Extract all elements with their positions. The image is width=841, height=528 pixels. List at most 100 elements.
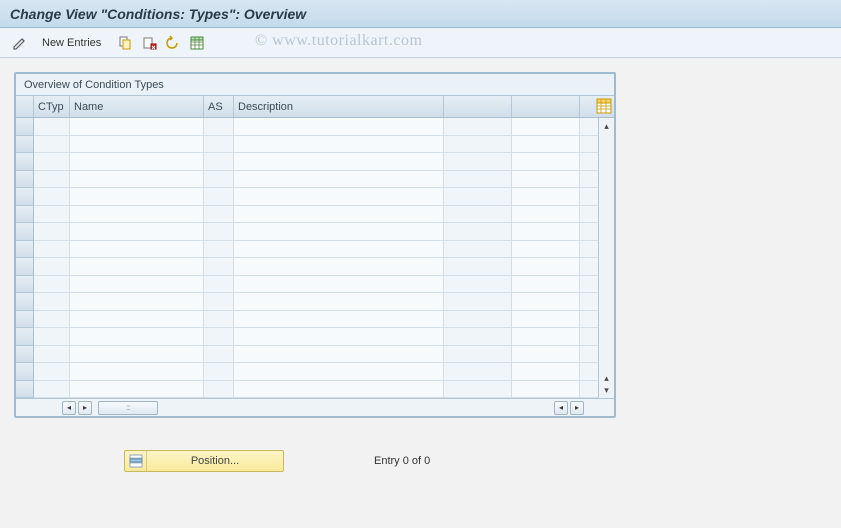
cell-description[interactable] <box>234 381 444 399</box>
cell-ctyp[interactable] <box>34 136 70 154</box>
cell-as[interactable] <box>204 118 234 136</box>
row-selector[interactable] <box>16 153 34 171</box>
cell-name[interactable] <box>70 328 204 346</box>
cell-as[interactable] <box>204 171 234 189</box>
cell-extra2[interactable] <box>512 311 580 329</box>
table-row[interactable] <box>16 346 598 364</box>
cell-name[interactable] <box>70 136 204 154</box>
cell-name[interactable] <box>70 241 204 259</box>
cell-name[interactable] <box>70 258 204 276</box>
row-selector[interactable] <box>16 241 34 259</box>
copy-as-icon[interactable] <box>115 33 135 53</box>
cell-name[interactable] <box>70 188 204 206</box>
delete-icon[interactable] <box>139 33 159 53</box>
cell-name[interactable] <box>70 381 204 399</box>
cell-description[interactable] <box>234 171 444 189</box>
table-row[interactable] <box>16 311 598 329</box>
cell-as[interactable] <box>204 346 234 364</box>
row-selector[interactable] <box>16 346 34 364</box>
cell-description[interactable] <box>234 276 444 294</box>
cell-ctyp[interactable] <box>34 171 70 189</box>
column-header-extra1[interactable] <box>444 96 512 117</box>
cell-extra1[interactable] <box>444 258 512 276</box>
scroll-down-icon[interactable]: ▾ <box>601 384 613 396</box>
cell-description[interactable] <box>234 153 444 171</box>
cell-as[interactable] <box>204 136 234 154</box>
cell-extra2[interactable] <box>512 118 580 136</box>
cell-extra1[interactable] <box>444 153 512 171</box>
cell-as[interactable] <box>204 328 234 346</box>
table-row[interactable] <box>16 328 598 346</box>
table-row[interactable] <box>16 206 598 224</box>
scroll-left-icon[interactable]: ◂ <box>554 401 568 415</box>
cell-description[interactable] <box>234 136 444 154</box>
cell-as[interactable] <box>204 258 234 276</box>
cell-extra2[interactable] <box>512 171 580 189</box>
scroll-left-icon[interactable]: ◂ <box>62 401 76 415</box>
column-header-description[interactable]: Description <box>234 96 444 117</box>
select-all-icon[interactable] <box>187 33 207 53</box>
table-row[interactable] <box>16 223 598 241</box>
row-selector[interactable] <box>16 311 34 329</box>
cell-as[interactable] <box>204 311 234 329</box>
cell-extra1[interactable] <box>444 346 512 364</box>
cell-description[interactable] <box>234 241 444 259</box>
cell-extra2[interactable] <box>512 188 580 206</box>
new-entries-button[interactable]: New Entries <box>36 35 107 51</box>
cell-ctyp[interactable] <box>34 311 70 329</box>
cell-as[interactable] <box>204 153 234 171</box>
column-header-selector[interactable] <box>16 96 34 117</box>
table-settings-icon[interactable] <box>596 98 612 114</box>
cell-ctyp[interactable] <box>34 346 70 364</box>
row-selector[interactable] <box>16 118 34 136</box>
cell-extra1[interactable] <box>444 328 512 346</box>
cell-extra2[interactable] <box>512 381 580 399</box>
cell-description[interactable] <box>234 293 444 311</box>
cell-name[interactable] <box>70 118 204 136</box>
cell-ctyp[interactable] <box>34 153 70 171</box>
scroll-thumb[interactable] <box>98 401 158 415</box>
row-selector[interactable] <box>16 223 34 241</box>
vertical-scrollbar[interactable]: ▴ ▴ ▾ <box>598 118 614 398</box>
cell-extra2[interactable] <box>512 223 580 241</box>
row-selector[interactable] <box>16 328 34 346</box>
row-selector[interactable] <box>16 188 34 206</box>
cell-description[interactable] <box>234 118 444 136</box>
table-row[interactable] <box>16 293 598 311</box>
cell-as[interactable] <box>204 276 234 294</box>
cell-extra1[interactable] <box>444 118 512 136</box>
table-row[interactable] <box>16 381 598 399</box>
row-selector[interactable] <box>16 276 34 294</box>
cell-extra2[interactable] <box>512 206 580 224</box>
cell-ctyp[interactable] <box>34 206 70 224</box>
cell-ctyp[interactable] <box>34 276 70 294</box>
cell-extra2[interactable] <box>512 346 580 364</box>
cell-ctyp[interactable] <box>34 223 70 241</box>
row-selector[interactable] <box>16 136 34 154</box>
table-row[interactable] <box>16 136 598 154</box>
table-row[interactable] <box>16 241 598 259</box>
table-row[interactable] <box>16 258 598 276</box>
cell-extra2[interactable] <box>512 153 580 171</box>
scroll-right-icon[interactable]: ▸ <box>78 401 92 415</box>
cell-as[interactable] <box>204 241 234 259</box>
cell-as[interactable] <box>204 363 234 381</box>
cell-description[interactable] <box>234 363 444 381</box>
position-button[interactable]: Position... <box>124 450 284 472</box>
table-row[interactable] <box>16 363 598 381</box>
cell-extra2[interactable] <box>512 276 580 294</box>
row-selector[interactable] <box>16 206 34 224</box>
cell-extra1[interactable] <box>444 293 512 311</box>
cell-ctyp[interactable] <box>34 328 70 346</box>
column-header-extra2[interactable] <box>512 96 580 117</box>
column-header-as[interactable]: AS <box>204 96 234 117</box>
cell-extra2[interactable] <box>512 241 580 259</box>
cell-name[interactable] <box>70 171 204 189</box>
cell-extra1[interactable] <box>444 241 512 259</box>
horizontal-scrollbar[interactable]: ◂ ▸ ◂ ▸ <box>16 398 614 416</box>
column-header-name[interactable]: Name <box>70 96 204 117</box>
cell-ctyp[interactable] <box>34 363 70 381</box>
cell-description[interactable] <box>234 258 444 276</box>
cell-as[interactable] <box>204 188 234 206</box>
table-row[interactable] <box>16 276 598 294</box>
